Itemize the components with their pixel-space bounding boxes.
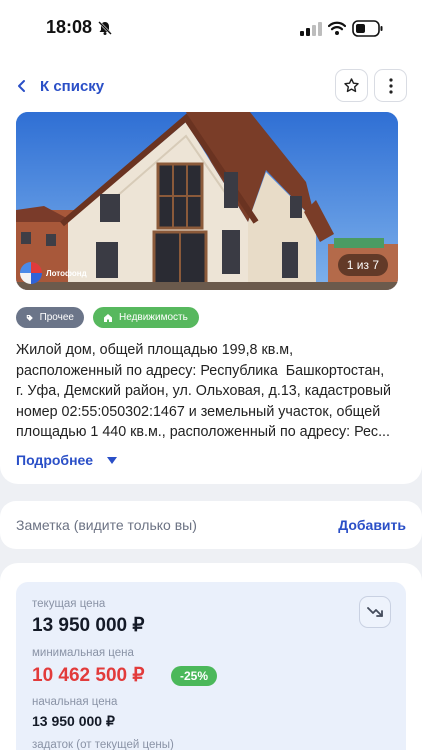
note-label: Заметка (видите только вы) xyxy=(16,517,197,533)
more-details-label: Подробнее xyxy=(16,452,94,468)
wifi-icon xyxy=(328,21,346,35)
caret-down-icon xyxy=(107,456,118,464)
tag-realty-label: Недвижимость xyxy=(119,312,188,323)
start-price-label: начальная цена xyxy=(32,696,118,708)
price-trend-button[interactable] xyxy=(359,596,391,628)
lotofond-logo-icon xyxy=(20,262,42,284)
tag-icon xyxy=(26,314,33,321)
battery-icon xyxy=(352,20,383,37)
signal-icon xyxy=(300,22,322,36)
more-details-button[interactable]: Подробнее xyxy=(16,452,118,468)
deposit-label: задаток (от текущей цены) xyxy=(32,739,174,750)
favorite-button[interactable] xyxy=(335,69,368,102)
more-vertical-icon xyxy=(388,77,393,94)
more-options-button[interactable] xyxy=(374,69,407,102)
min-price-value: 10 462 500 ₽ xyxy=(32,665,145,686)
watermark-label: Лотофонд xyxy=(46,268,87,278)
current-price-value: 13 950 000 ₽ xyxy=(32,615,145,636)
start-price-value: 13 950 000 ₽ xyxy=(32,713,115,729)
lot-photo[interactable]: Лотофонд 1 из 7 xyxy=(16,112,398,290)
photo-counter: 1 из 7 xyxy=(337,254,388,276)
chevron-left-icon xyxy=(18,80,25,92)
tag-realty[interactable]: Недвижимость xyxy=(93,307,199,328)
add-note-button[interactable]: Добавить xyxy=(338,517,406,533)
discount-badge: -25% xyxy=(171,666,217,686)
note-card: Заметка (видите только вы) Добавить xyxy=(0,501,422,549)
photo-watermark: Лотофонд xyxy=(20,262,87,284)
status-time: 18:08 xyxy=(46,17,93,37)
house-icon xyxy=(104,313,112,322)
current-price-label: текущая цена xyxy=(32,598,106,610)
lot-description: Жилой дом, общей площадью 199,8 кв.м, ра… xyxy=(16,342,391,440)
trend-down-icon xyxy=(367,607,383,617)
tag-other-label: Прочее xyxy=(39,312,74,323)
status-bar: 18:08 xyxy=(0,0,422,58)
back-label: К списку xyxy=(40,77,105,95)
star-icon xyxy=(344,78,359,93)
back-to-list-button[interactable]: К списку xyxy=(16,74,104,98)
bell-muted-icon xyxy=(98,21,112,35)
min-price-label: минимальная цена xyxy=(32,647,134,659)
tag-other[interactable]: Прочее xyxy=(16,307,84,328)
